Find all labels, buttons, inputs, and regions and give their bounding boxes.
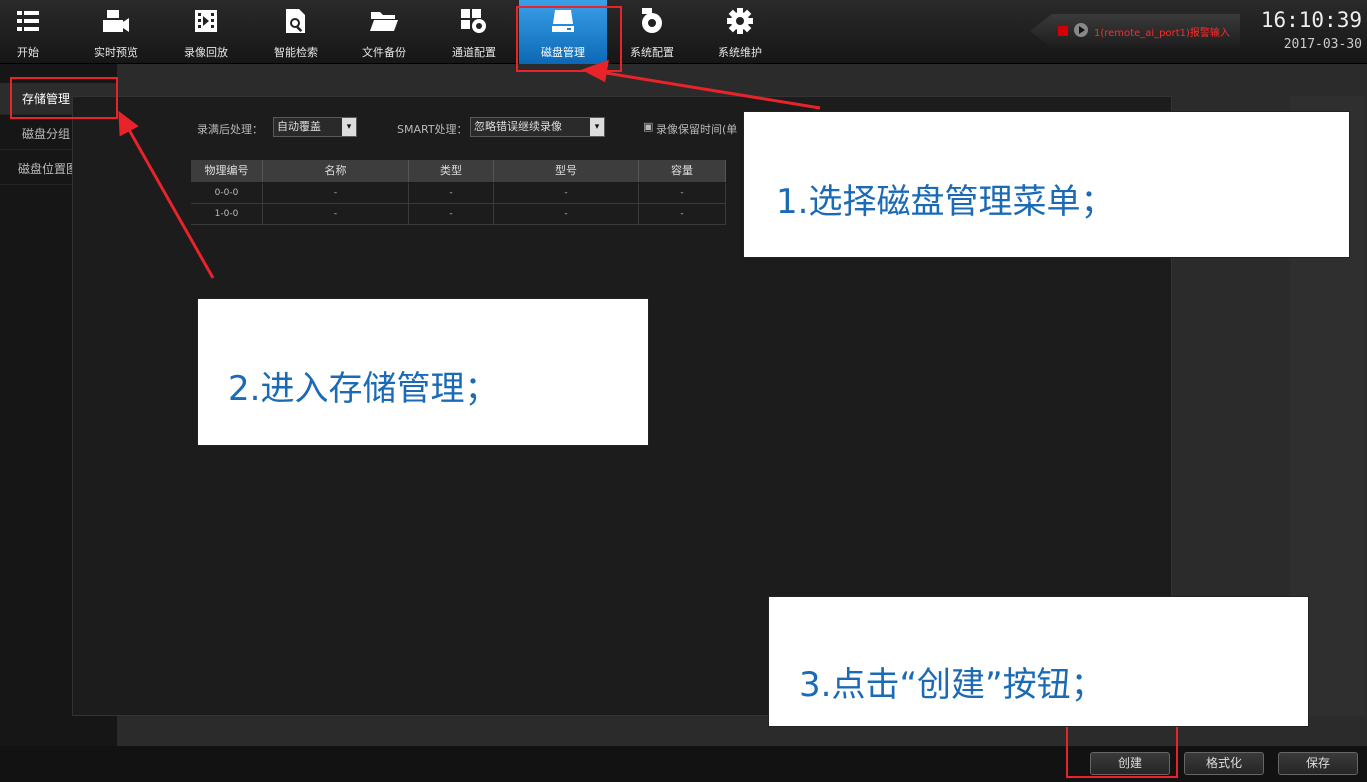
callout-step1: 1.选择磁盘管理菜单；: [743, 111, 1350, 258]
arrowhead-icon: [118, 110, 139, 137]
arrow-to-disk-menu: [599, 70, 821, 110]
callout-step2-text: 2.进入存储管理；: [228, 369, 499, 409]
callout-step1-text: 1.选择磁盘管理菜单；: [776, 182, 1115, 222]
arrow-to-storage: [126, 127, 215, 279]
callout-step3-text: 3.点击“创建”按钮；: [799, 665, 1105, 705]
callout-step3: 3.点击“创建”按钮；: [768, 596, 1309, 727]
callout-step2: 2.进入存储管理；: [197, 298, 649, 446]
arrowhead-icon: [581, 59, 609, 83]
